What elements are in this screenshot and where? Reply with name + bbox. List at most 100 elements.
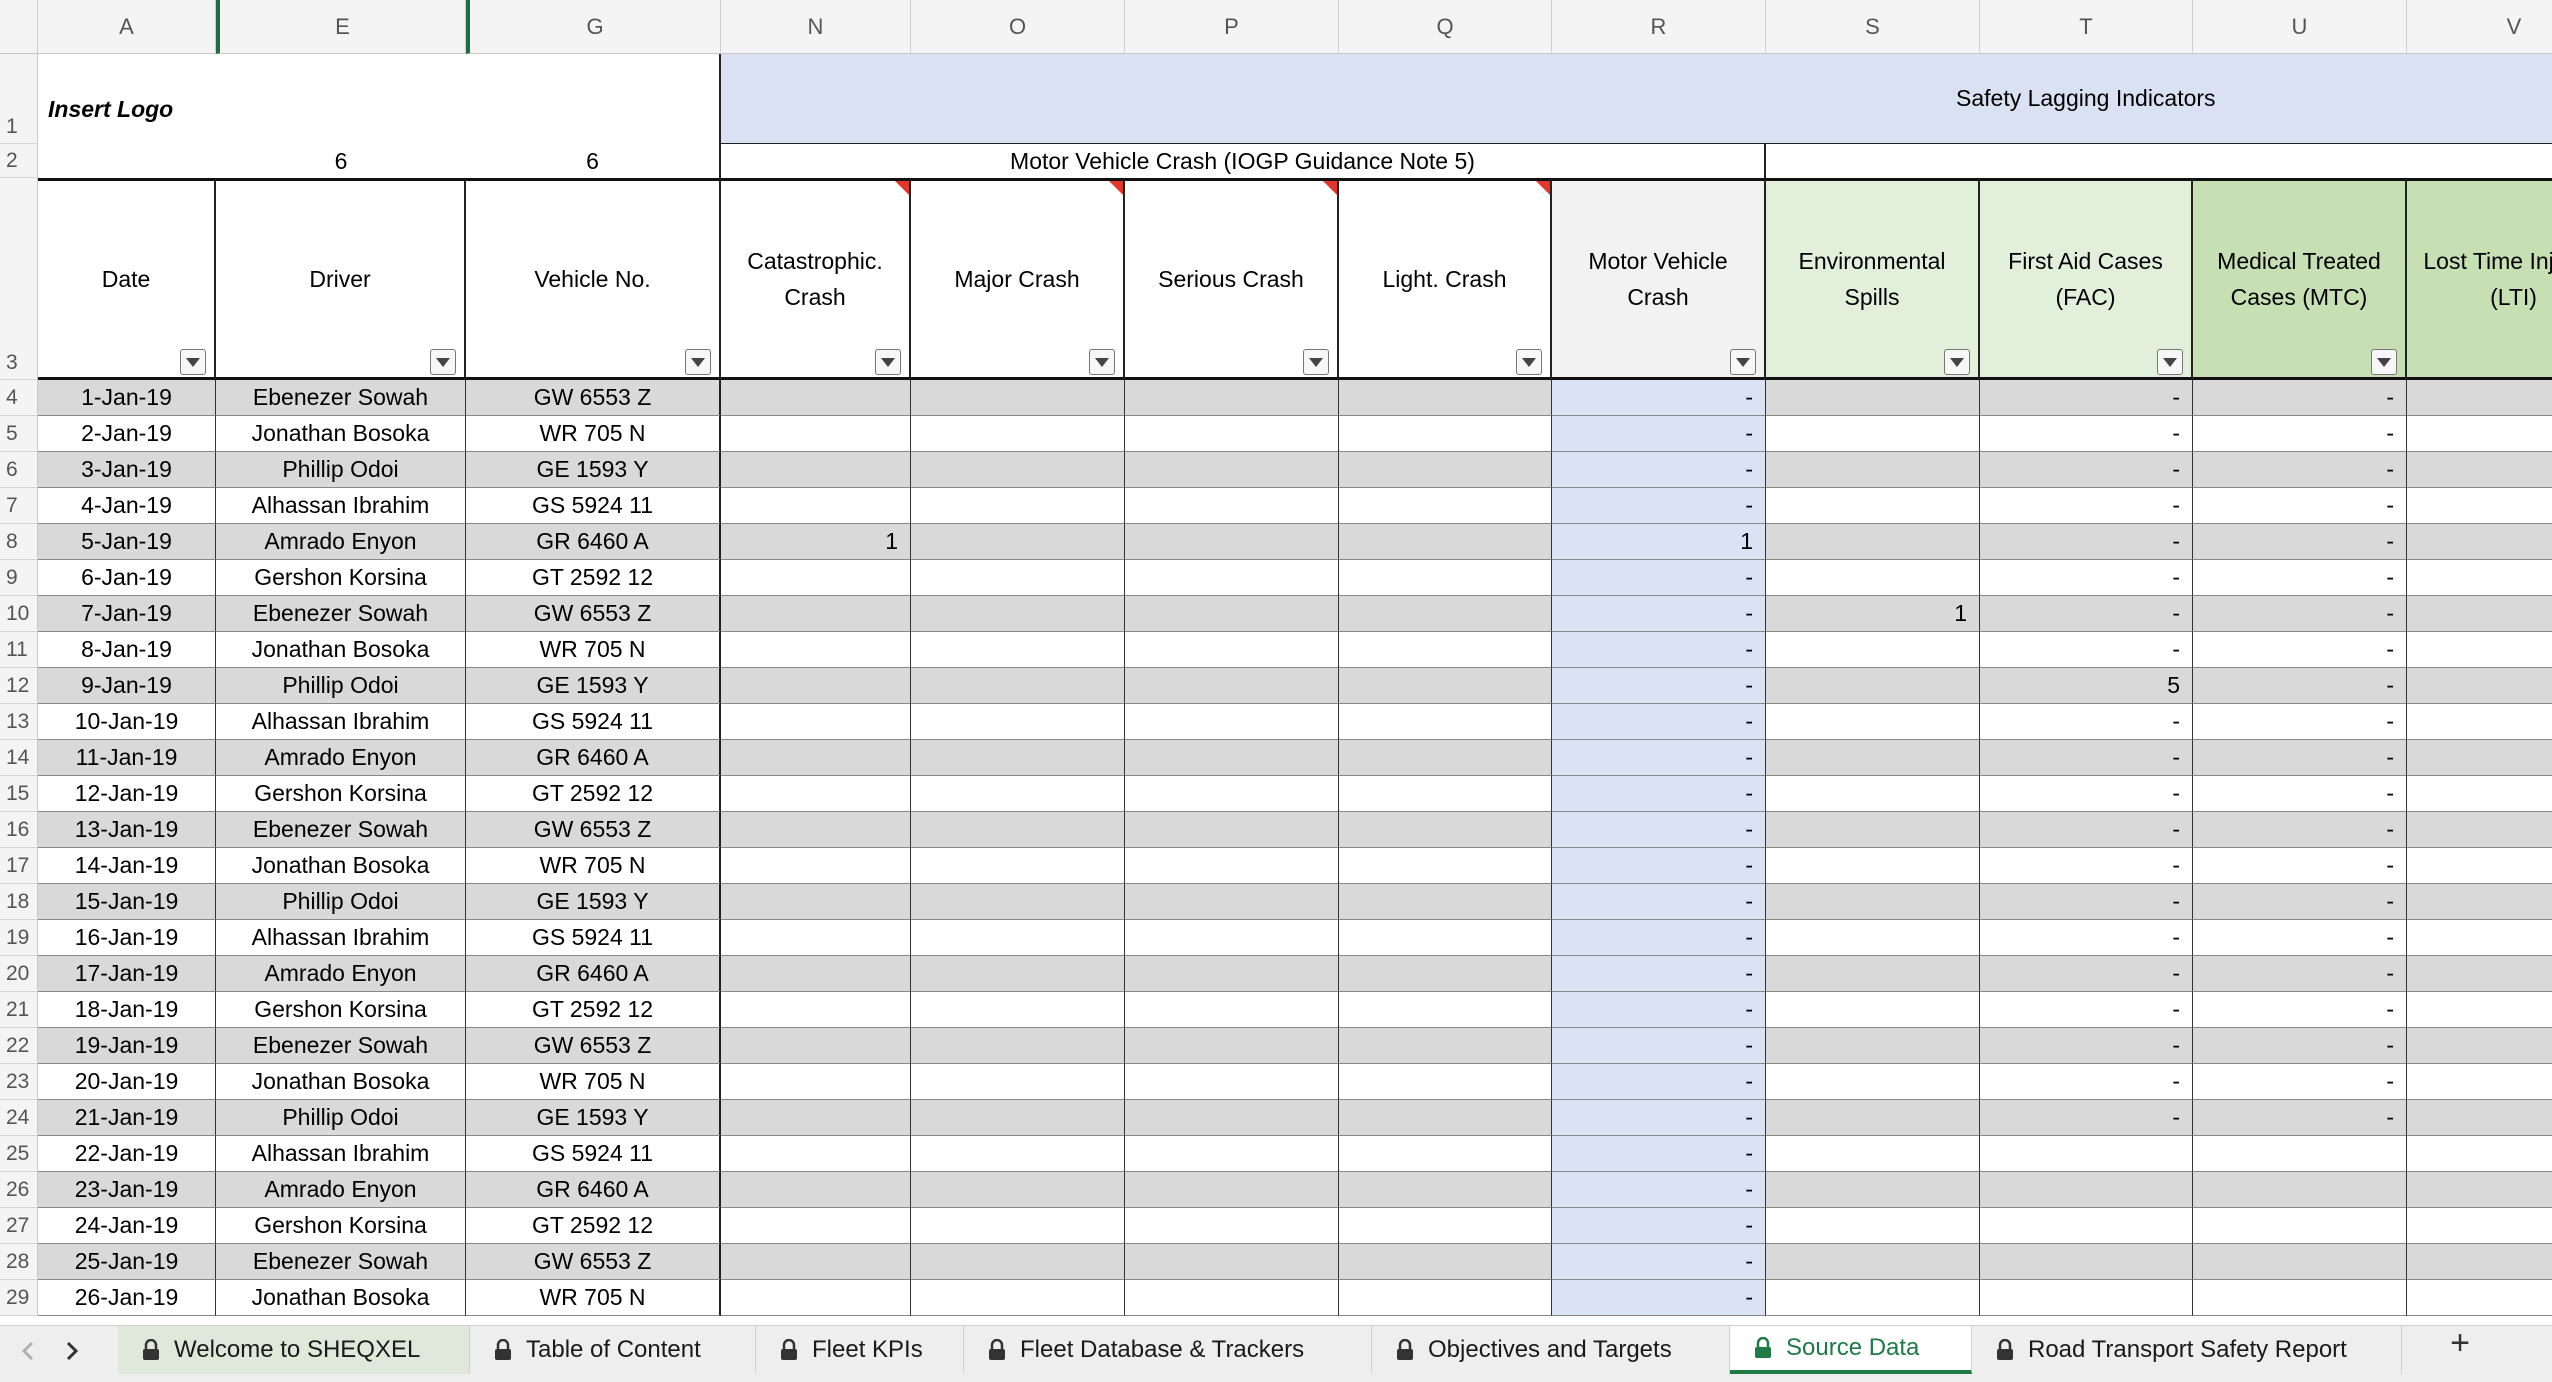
comment-indicator-icon[interactable] (895, 181, 909, 195)
table-cell[interactable]: WR 705 N (466, 1064, 721, 1100)
table-cell[interactable] (721, 1028, 911, 1064)
table-cell[interactable] (2407, 1208, 2552, 1244)
table-cell[interactable]: 6-Jan-19 (38, 560, 216, 596)
table-cell[interactable] (1339, 452, 1552, 488)
table-cell[interactable] (1766, 1064, 1980, 1100)
table-cell[interactable] (1766, 1028, 1980, 1064)
table-cell[interactable] (2407, 956, 2552, 992)
table-cell[interactable] (2193, 1172, 2407, 1208)
column-header-p[interactable]: P (1125, 0, 1339, 54)
table-cell[interactable] (721, 416, 911, 452)
table-cell[interactable] (2407, 560, 2552, 596)
table-cell[interactable]: - (2193, 488, 2407, 524)
table-cell[interactable]: 17-Jan-19 (38, 956, 216, 992)
table-cell[interactable] (911, 560, 1125, 596)
table-cell[interactable]: 22-Jan-19 (38, 1136, 216, 1172)
table-cell[interactable] (1766, 416, 1980, 452)
table-cell[interactable] (1125, 956, 1339, 992)
field-header-serious-crash[interactable]: Serious Crash (1125, 178, 1339, 380)
table-cell[interactable] (1339, 1028, 1552, 1064)
table-cell[interactable] (911, 992, 1125, 1028)
table-cell[interactable]: Phillip Odoi (216, 668, 466, 704)
table-cell[interactable]: 10-Jan-19 (38, 704, 216, 740)
table-cell[interactable] (911, 1208, 1125, 1244)
table-cell[interactable]: - (1980, 596, 2193, 632)
lagging-group-header-blank[interactable] (1766, 144, 2552, 178)
table-cell[interactable]: - (1552, 740, 1766, 776)
table-cell[interactable]: - (1980, 812, 2193, 848)
table-cell[interactable] (1339, 560, 1552, 596)
table-cell[interactable]: 19-Jan-19 (38, 1028, 216, 1064)
row-header-16[interactable]: 16 (0, 812, 38, 848)
table-cell[interactable] (721, 668, 911, 704)
table-cell[interactable]: GS 5924 11 (466, 704, 721, 740)
column-header-a[interactable]: A (38, 0, 216, 54)
table-cell[interactable]: GR 6460 A (466, 524, 721, 560)
table-cell[interactable] (1339, 812, 1552, 848)
column-header-v[interactable]: V (2407, 0, 2552, 54)
table-cell[interactable] (1339, 668, 1552, 704)
table-cell[interactable]: 13-Jan-19 (38, 812, 216, 848)
table-cell[interactable] (1125, 884, 1339, 920)
table-cell[interactable]: 26-Jan-19 (38, 1280, 216, 1316)
table-cell[interactable] (911, 848, 1125, 884)
table-cell[interactable] (911, 380, 1125, 416)
table-cell[interactable] (721, 1172, 911, 1208)
table-cell[interactable]: - (1552, 488, 1766, 524)
table-cell[interactable]: WR 705 N (466, 416, 721, 452)
table-cell[interactable] (2407, 776, 2552, 812)
table-cell[interactable]: - (1552, 812, 1766, 848)
table-cell[interactable]: Jonathan Bosoka (216, 1064, 466, 1100)
table-cell[interactable] (911, 704, 1125, 740)
table-cell[interactable]: - (2193, 776, 2407, 812)
table-cell[interactable] (2407, 992, 2552, 1028)
table-cell[interactable] (1766, 524, 1980, 560)
table-cell[interactable] (1339, 992, 1552, 1028)
table-cell[interactable]: - (1980, 560, 2193, 596)
table-cell[interactable]: 5 (1980, 668, 2193, 704)
table-cell[interactable]: GW 6553 Z (466, 1244, 721, 1280)
table-cell[interactable]: - (1552, 992, 1766, 1028)
table-cell[interactable]: GW 6553 Z (466, 812, 721, 848)
table-cell[interactable]: - (1980, 632, 2193, 668)
column-header-e[interactable]: E (216, 0, 466, 54)
table-cell[interactable] (721, 1136, 911, 1172)
table-cell[interactable] (1339, 380, 1552, 416)
column-header-o[interactable]: O (911, 0, 1125, 54)
table-cell[interactable] (1125, 560, 1339, 596)
row-header-14[interactable]: 14 (0, 740, 38, 776)
table-cell[interactable]: Phillip Odoi (216, 884, 466, 920)
table-cell[interactable] (2407, 848, 2552, 884)
table-cell[interactable] (1339, 1244, 1552, 1280)
table-cell[interactable]: 11-Jan-19 (38, 740, 216, 776)
column-header-n[interactable]: N (721, 0, 911, 54)
table-cell[interactable] (2193, 1208, 2407, 1244)
table-cell[interactable]: 1 (1552, 524, 1766, 560)
filter-dropdown-button[interactable] (1730, 349, 1756, 375)
table-cell[interactable] (721, 776, 911, 812)
row-header-6[interactable]: 6 (0, 452, 38, 488)
field-header-date[interactable]: Date (38, 178, 216, 380)
table-cell[interactable] (2193, 1244, 2407, 1280)
table-cell[interactable]: Alhassan Ibrahim (216, 920, 466, 956)
table-cell[interactable] (911, 920, 1125, 956)
table-cell[interactable]: - (2193, 1028, 2407, 1064)
table-cell[interactable]: 18-Jan-19 (38, 992, 216, 1028)
table-cell[interactable]: - (2193, 920, 2407, 956)
table-cell[interactable]: Alhassan Ibrahim (216, 488, 466, 524)
table-cell[interactable] (911, 956, 1125, 992)
table-cell[interactable] (721, 812, 911, 848)
table-cell[interactable]: - (1552, 1280, 1766, 1316)
spreadsheet-grid[interactable]: A E G N O P Q R S T U V 1 2 3 Insert Logo 6 6 Safety Laggi… (0, 0, 2552, 1325)
table-cell[interactable] (1766, 632, 1980, 668)
table-cell[interactable] (1766, 848, 1980, 884)
table-cell[interactable]: Gershon Korsina (216, 992, 466, 1028)
table-cell[interactable] (721, 488, 911, 524)
insert-logo-placeholder[interactable]: Insert Logo (38, 54, 721, 144)
safety-lagging-indicators-title[interactable]: Safety Lagging Indicators (721, 54, 2552, 144)
table-cell[interactable] (2407, 812, 2552, 848)
table-cell[interactable]: - (2193, 1100, 2407, 1136)
table-cell[interactable]: - (1552, 920, 1766, 956)
table-cell[interactable]: - (1552, 416, 1766, 452)
field-header-motor-vehicle-crash[interactable]: Motor Vehicle Crash (1552, 178, 1766, 380)
